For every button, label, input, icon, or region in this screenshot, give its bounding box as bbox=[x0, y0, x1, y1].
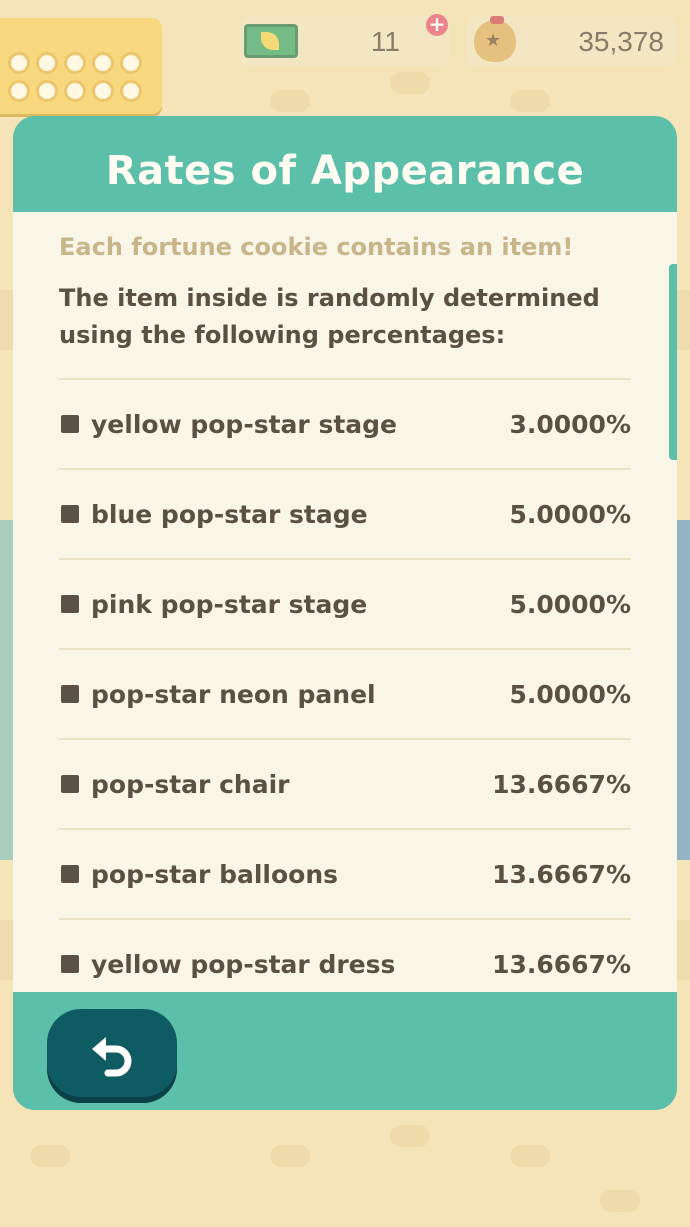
rate-item-value: 13.6667% bbox=[492, 859, 631, 889]
bullet-icon bbox=[61, 505, 79, 523]
rate-item-value: 5.0000% bbox=[509, 589, 631, 619]
back-arrow-icon bbox=[92, 1037, 132, 1077]
rate-row: pop-star chair 13.6667% bbox=[59, 740, 631, 830]
bullet-icon bbox=[61, 595, 79, 613]
modal-title: Rates of Appearance bbox=[105, 148, 585, 194]
bullet-icon bbox=[61, 955, 79, 973]
intro-text: Each fortune cookie contains an item! bbox=[59, 233, 574, 261]
rate-row: blue pop-star stage 5.0000% bbox=[59, 470, 631, 560]
rate-row: yellow pop-star stage 3.0000% bbox=[59, 380, 631, 470]
bullet-icon bbox=[61, 865, 79, 883]
bullet-icon bbox=[61, 415, 79, 433]
rates-modal: Rates of Appearance Each fortune cookie … bbox=[13, 116, 677, 1110]
back-button[interactable] bbox=[47, 1009, 177, 1097]
rate-row: yellow pop-star dress 13.6667% bbox=[59, 920, 631, 992]
rate-item-name: pop-star balloons bbox=[91, 859, 339, 889]
bullet-icon bbox=[61, 775, 79, 793]
rate-row: pop-star neon panel 5.0000% bbox=[59, 650, 631, 740]
rate-item-value: 5.0000% bbox=[509, 679, 631, 709]
rate-item-name: yellow pop-star stage bbox=[91, 409, 397, 439]
rate-item-value: 5.0000% bbox=[509, 499, 631, 529]
rate-item-name: pink pop-star stage bbox=[91, 589, 368, 619]
bullet-icon bbox=[61, 685, 79, 703]
rate-row: pink pop-star stage 5.0000% bbox=[59, 560, 631, 650]
modal-footer bbox=[13, 992, 677, 1110]
rate-item-name: pop-star neon panel bbox=[91, 679, 376, 709]
rate-item-name: pop-star chair bbox=[91, 769, 290, 799]
rates-scroll-area[interactable]: Each fortune cookie contains an item! Th… bbox=[13, 212, 677, 992]
rate-item-value: 13.6667% bbox=[492, 769, 631, 799]
scrollbar[interactable] bbox=[669, 264, 677, 460]
rate-row: pop-star balloons 13.6667% bbox=[59, 830, 631, 920]
rate-item-value: 13.6667% bbox=[492, 949, 631, 979]
rate-item-name: blue pop-star stage bbox=[91, 499, 368, 529]
modal-header: Rates of Appearance bbox=[13, 116, 677, 212]
rate-item-name: yellow pop-star dress bbox=[91, 949, 396, 979]
description-text: The item inside is randomly determined u… bbox=[59, 284, 600, 349]
rates-content: Each fortune cookie contains an item! Th… bbox=[59, 212, 631, 992]
rate-item-value: 3.0000% bbox=[509, 409, 631, 439]
